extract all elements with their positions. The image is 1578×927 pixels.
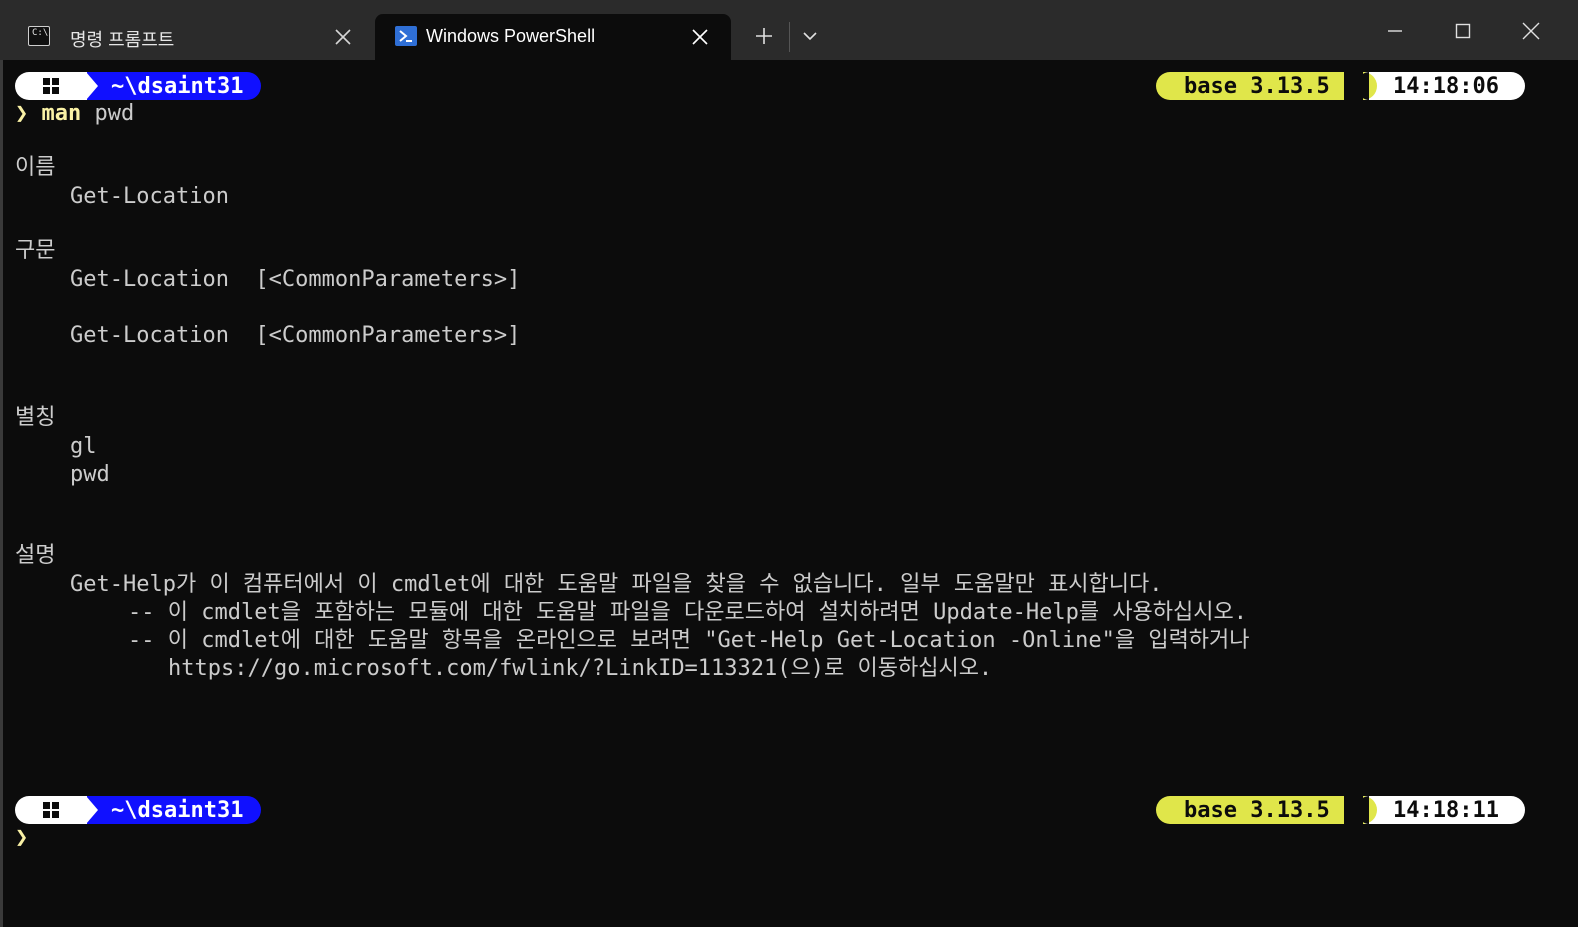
alias-item: gl xyxy=(70,434,97,459)
tab-command-prompt[interactable]: C:\ 명령 프롬프트 xyxy=(8,14,368,60)
windows-icon xyxy=(43,78,59,94)
os-segment xyxy=(15,796,87,824)
tab-label: Windows PowerShell xyxy=(426,26,596,46)
description-line: -- 이 cmdlet을 포함하는 모듈에 대한 도움말 파일을 다운로드하여 … xyxy=(128,600,1248,625)
prompt-chevron: ❯ xyxy=(15,101,29,126)
section-header-syntax: 구문 xyxy=(15,238,56,263)
tab-dropdown-button[interactable] xyxy=(790,16,830,56)
close-icon[interactable] xyxy=(334,28,352,46)
description-link-line: https://go.microsoft.com/fwlink/?LinkID=… xyxy=(168,656,993,681)
time-segment: 14:18:06 xyxy=(1359,72,1525,100)
os-segment xyxy=(15,72,87,100)
command-line: ❯ man pwd xyxy=(15,100,134,128)
cmd-icon: C:\ xyxy=(28,26,50,46)
command-argument: pwd xyxy=(94,101,135,126)
name-value: Get-Location xyxy=(70,184,229,209)
path-segment: ~\dsaint31 xyxy=(85,796,262,824)
prompt-chevron: ❯ xyxy=(15,825,29,850)
close-icon[interactable] xyxy=(691,28,709,46)
plus-icon xyxy=(756,28,772,44)
input-line[interactable]: ❯ xyxy=(15,824,28,852)
minimize-button[interactable] xyxy=(1372,8,1418,54)
description-line: Get-Help가 이 컴퓨터에서 이 cmdlet에 대한 도움말 파일을 찾… xyxy=(70,572,1163,597)
alias-item: pwd xyxy=(70,462,110,487)
tab-windows-powershell[interactable]: Windows PowerShell xyxy=(375,14,731,60)
conda-env-segment: base 3.13.5 xyxy=(1156,72,1344,100)
conda-env-segment: base 3.13.5 xyxy=(1156,796,1344,824)
syntax-line: Get-Location [<CommonParameters>] xyxy=(70,267,521,292)
new-tab-button[interactable] xyxy=(744,16,784,56)
maximize-icon xyxy=(1455,23,1471,39)
title-bar: C:\ 명령 프롬프트 Windows PowerShell xyxy=(0,0,1578,60)
close-window-button[interactable] xyxy=(1508,8,1554,54)
syntax-line: Get-Location [<CommonParameters>] xyxy=(70,323,521,348)
command-name: man xyxy=(41,101,82,126)
chevron-down-icon xyxy=(803,32,817,41)
windows-icon xyxy=(43,802,59,818)
time-segment: 14:18:11 xyxy=(1359,796,1525,824)
description-line: -- 이 cmdlet에 대한 도움말 항목을 온라인으로 보려면 "Get-H… xyxy=(128,628,1250,653)
minimize-icon xyxy=(1388,30,1402,32)
powershell-icon xyxy=(395,26,417,46)
terminal-pane[interactable]: ~\dsaint31 base 3.13.5 14:18:06 ❯ man pw… xyxy=(0,60,1578,927)
path-segment: ~\dsaint31 xyxy=(85,72,262,100)
section-header-description: 설명 xyxy=(15,543,56,568)
section-header-name: 이름 xyxy=(15,155,56,180)
cmd-icon-text: C:\ xyxy=(32,28,49,38)
section-header-aliases: 별칭 xyxy=(15,405,56,430)
maximize-button[interactable] xyxy=(1440,8,1486,54)
tab-label: 명령 프롬프트 xyxy=(70,30,175,50)
close-icon xyxy=(1522,22,1540,40)
